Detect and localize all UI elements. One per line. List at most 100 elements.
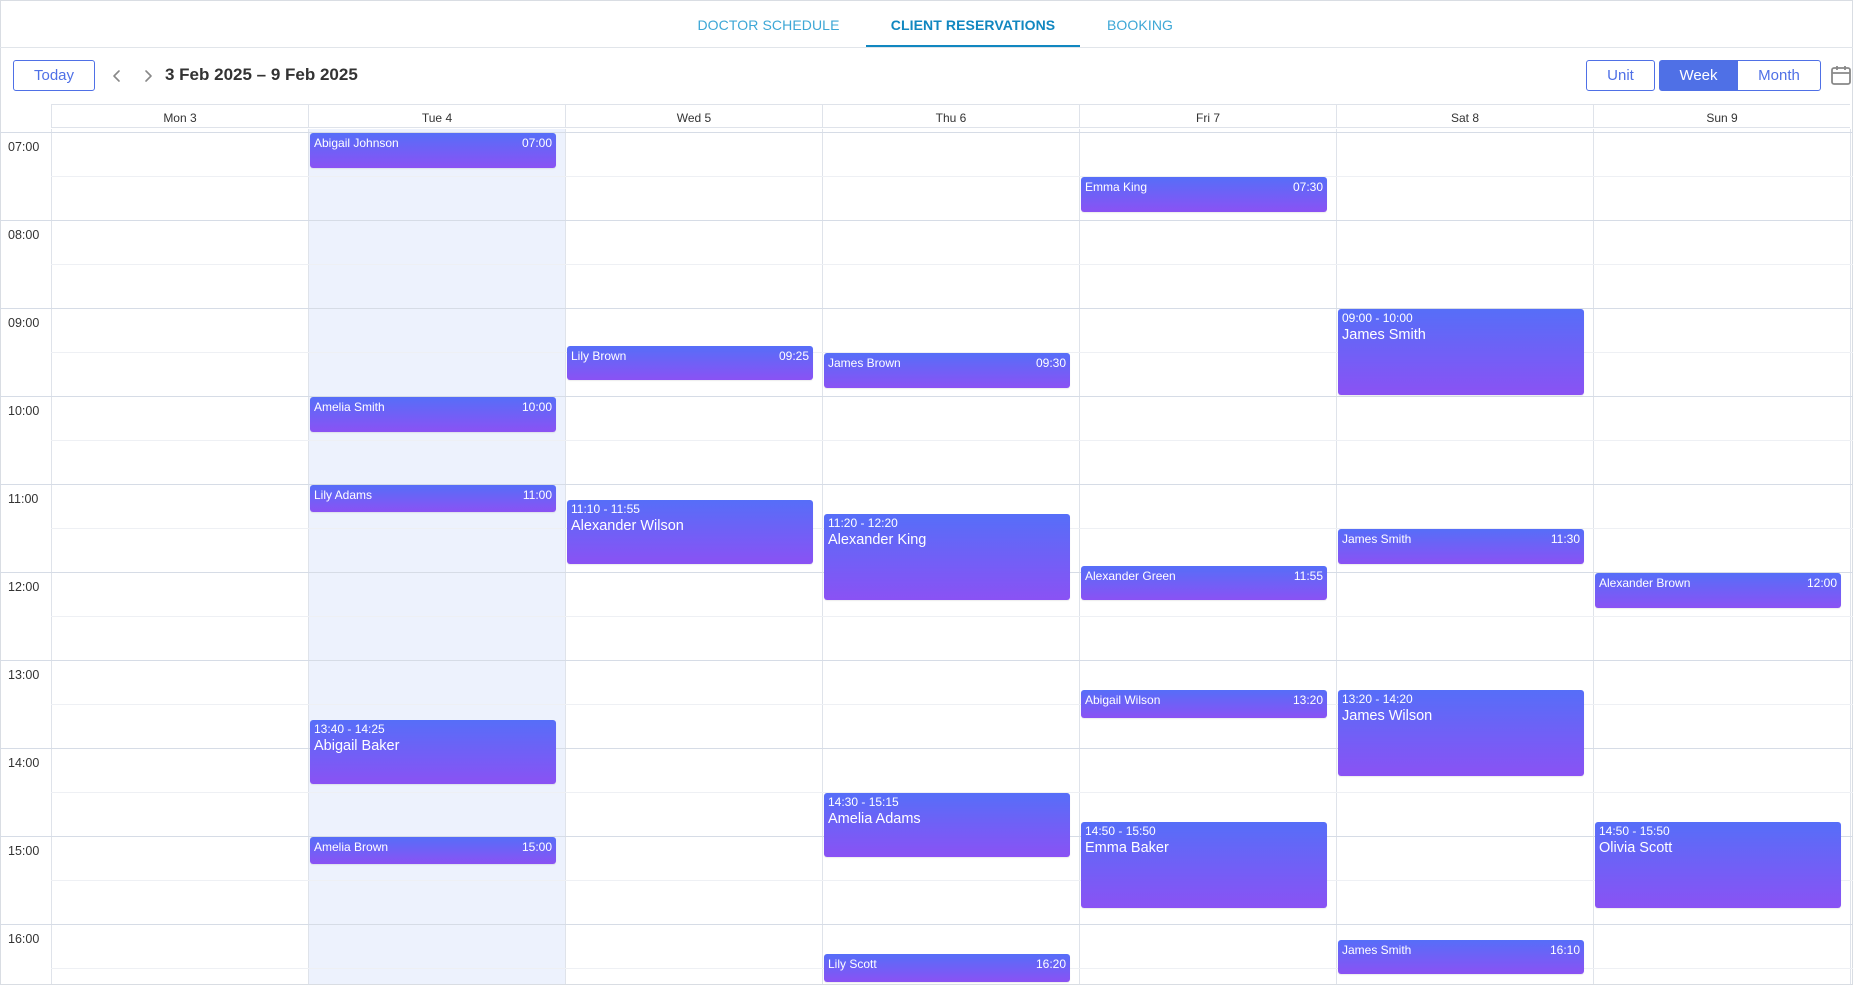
event-client-name: James Smith (1342, 942, 1412, 957)
day-header: Wed 5 (565, 104, 822, 128)
appointment-event[interactable]: Alexander Brown 12:00 (1595, 573, 1841, 608)
day-header: Fri 7 (1079, 104, 1336, 128)
event-start-time: 07:30 (1292, 180, 1323, 194)
time-label: 09:00 (8, 316, 40, 330)
event-time-range: 13:20 - 14:20 (1342, 692, 1413, 707)
event-client-name: Amelia Brown (314, 840, 389, 854)
appointment-event[interactable]: 09:00 - 10:00 James Smith (1338, 309, 1584, 395)
view-month-button[interactable]: Month (1737, 60, 1821, 91)
hour-line (0, 220, 1853, 221)
event-start-time: 07:00 (521, 136, 552, 150)
time-label: 14:00 (8, 756, 40, 770)
time-label: 13:00 (8, 668, 40, 682)
half-hour-line (51, 880, 1853, 881)
appointment-event[interactable]: 11:20 - 12:20 Alexander King (824, 514, 1070, 601)
hour-line (0, 660, 1853, 661)
event-start-time: 15:00 (521, 840, 552, 854)
event-client-name: Lily Adams (314, 488, 373, 502)
view-mode-group: Week Month (1659, 60, 1821, 92)
calendar-icon[interactable] (1830, 64, 1852, 86)
event-start-time: 13:20 (1292, 693, 1323, 708)
event-client-name: James Brown (828, 356, 901, 370)
time-label: 12:00 (8, 580, 40, 594)
event-start-time: 11:55 (1293, 568, 1323, 583)
event-client-name: Emma King (1085, 180, 1148, 194)
day-header: Mon 3 (51, 104, 308, 128)
event-client-name: Abigail Wilson (1085, 693, 1161, 708)
hour-line (0, 396, 1853, 397)
appointment-event[interactable]: Lily Adams 11:00 (310, 485, 556, 513)
date-range-title: 3 Feb 2025 – 9 Feb 2025 (165, 65, 358, 84)
tab-bar: DOCTOR SCHEDULE CLIENT RESERVATIONS BOOK… (0, 0, 1853, 48)
event-time-range: 14:50 - 15:50 (1599, 824, 1670, 839)
event-client-name: Alexander King (828, 532, 927, 549)
chevron-right-icon[interactable] (139, 67, 157, 85)
event-client-name: Lily Brown (571, 348, 627, 363)
time-label: 07:00 (8, 140, 40, 154)
half-hour-line (51, 176, 1853, 177)
event-client-name: Abigail Baker (314, 737, 400, 754)
appointment-event[interactable]: Lily Brown 09:25 (567, 345, 813, 381)
event-time-range: 11:20 - 12:20 (828, 516, 898, 531)
view-unit-button[interactable]: Unit (1586, 60, 1655, 91)
appointment-event[interactable]: James Brown 09:30 (824, 353, 1070, 388)
time-label: 11:00 (8, 492, 39, 506)
appointment-event[interactable]: Emma King 07:30 (1081, 177, 1327, 212)
time-label: 08:00 (8, 228, 40, 242)
event-time-range: 14:30 - 15:15 (828, 795, 899, 809)
appointment-event[interactable]: James Smith 16:10 (1338, 939, 1584, 975)
event-client-name: Alexander Brown (1599, 576, 1691, 590)
event-start-time: 12:00 (1806, 576, 1837, 590)
event-client-name: Amelia Adams (828, 811, 921, 827)
event-client-name: Olivia Scott (1599, 840, 1673, 857)
appointment-event[interactable]: 13:20 - 14:20 James Wilson (1338, 690, 1584, 777)
event-client-name: James Wilson (1342, 708, 1433, 725)
appointment-event[interactable]: Amelia Smith 10:00 (310, 397, 556, 432)
event-client-name: Lily Scott (828, 957, 877, 972)
event-start-time: 16:10 (1549, 942, 1580, 957)
event-start-time: 16:20 (1035, 957, 1066, 972)
tab-doctor-schedule[interactable]: DOCTOR SCHEDULE (690, 0, 847, 46)
time-label: 10:00 (8, 404, 40, 418)
half-hour-line (51, 264, 1853, 265)
day-header: Sat 8 (1336, 104, 1593, 128)
event-start-time: 11:00 (522, 488, 552, 502)
tab-client-reservations[interactable]: CLIENT RESERVATIONS (866, 0, 1080, 47)
day-header: Tue 4 (308, 104, 565, 128)
event-client-name: Alexander Wilson (571, 517, 684, 534)
appointment-event[interactable]: Abigail Wilson 13:20 (1081, 690, 1327, 718)
tab-booking[interactable]: BOOKING (1100, 0, 1180, 46)
appointment-event[interactable]: 14:50 - 15:50 Emma Baker (1081, 822, 1327, 909)
day-header: Thu 6 (822, 104, 1079, 128)
event-start-time: 10:00 (521, 400, 552, 414)
event-client-name: Abigail Johnson (314, 136, 399, 150)
appointment-event[interactable]: Amelia Brown 15:00 (310, 837, 556, 865)
event-start-time: 09:25 (778, 348, 809, 363)
day-column[interactable] (51, 129, 308, 984)
appointment-event[interactable]: 11:10 - 11:55 Alexander Wilson (567, 499, 813, 564)
appointment-event[interactable]: James Smith 11:30 (1338, 529, 1584, 564)
grid-right-border (1850, 129, 1851, 984)
appointment-event[interactable]: 14:50 - 15:50 Olivia Scott (1595, 822, 1841, 909)
view-week-button[interactable]: Week (1659, 60, 1738, 91)
day-header: Sun 9 (1593, 104, 1850, 128)
appointment-event[interactable]: 14:30 - 15:15 Amelia Adams (824, 793, 1070, 857)
hour-line (0, 132, 1853, 133)
today-button[interactable]: Today (13, 60, 95, 91)
hour-line (0, 484, 1853, 485)
event-start-time: 09:30 (1035, 356, 1066, 370)
chevron-left-icon[interactable] (108, 67, 126, 85)
half-hour-line (51, 440, 1853, 441)
appointment-event[interactable]: Abigail Johnson 07:00 (310, 133, 556, 168)
event-client-name: James Smith (1342, 532, 1412, 546)
event-client-name: James Smith (1342, 327, 1426, 343)
appointment-event[interactable]: Alexander Green 11:55 (1081, 565, 1327, 601)
appointment-event[interactable]: Lily Scott 16:20 (824, 954, 1070, 982)
event-start-time: 11:30 (1550, 532, 1580, 546)
event-time-range: 11:10 - 11:55 (571, 501, 640, 516)
week-grid: Mon 3 Tue 4 Wed 5 Thu 6 Fri 7 Sat 8 Sun 9 07:00… (0, 104, 1853, 984)
event-client-name: Emma Baker (1085, 840, 1169, 857)
event-time-range: 14:50 - 15:50 (1085, 824, 1156, 839)
time-label: 15:00 (8, 844, 40, 858)
appointment-event[interactable]: 13:40 - 14:25 Abigail Baker (310, 719, 556, 784)
